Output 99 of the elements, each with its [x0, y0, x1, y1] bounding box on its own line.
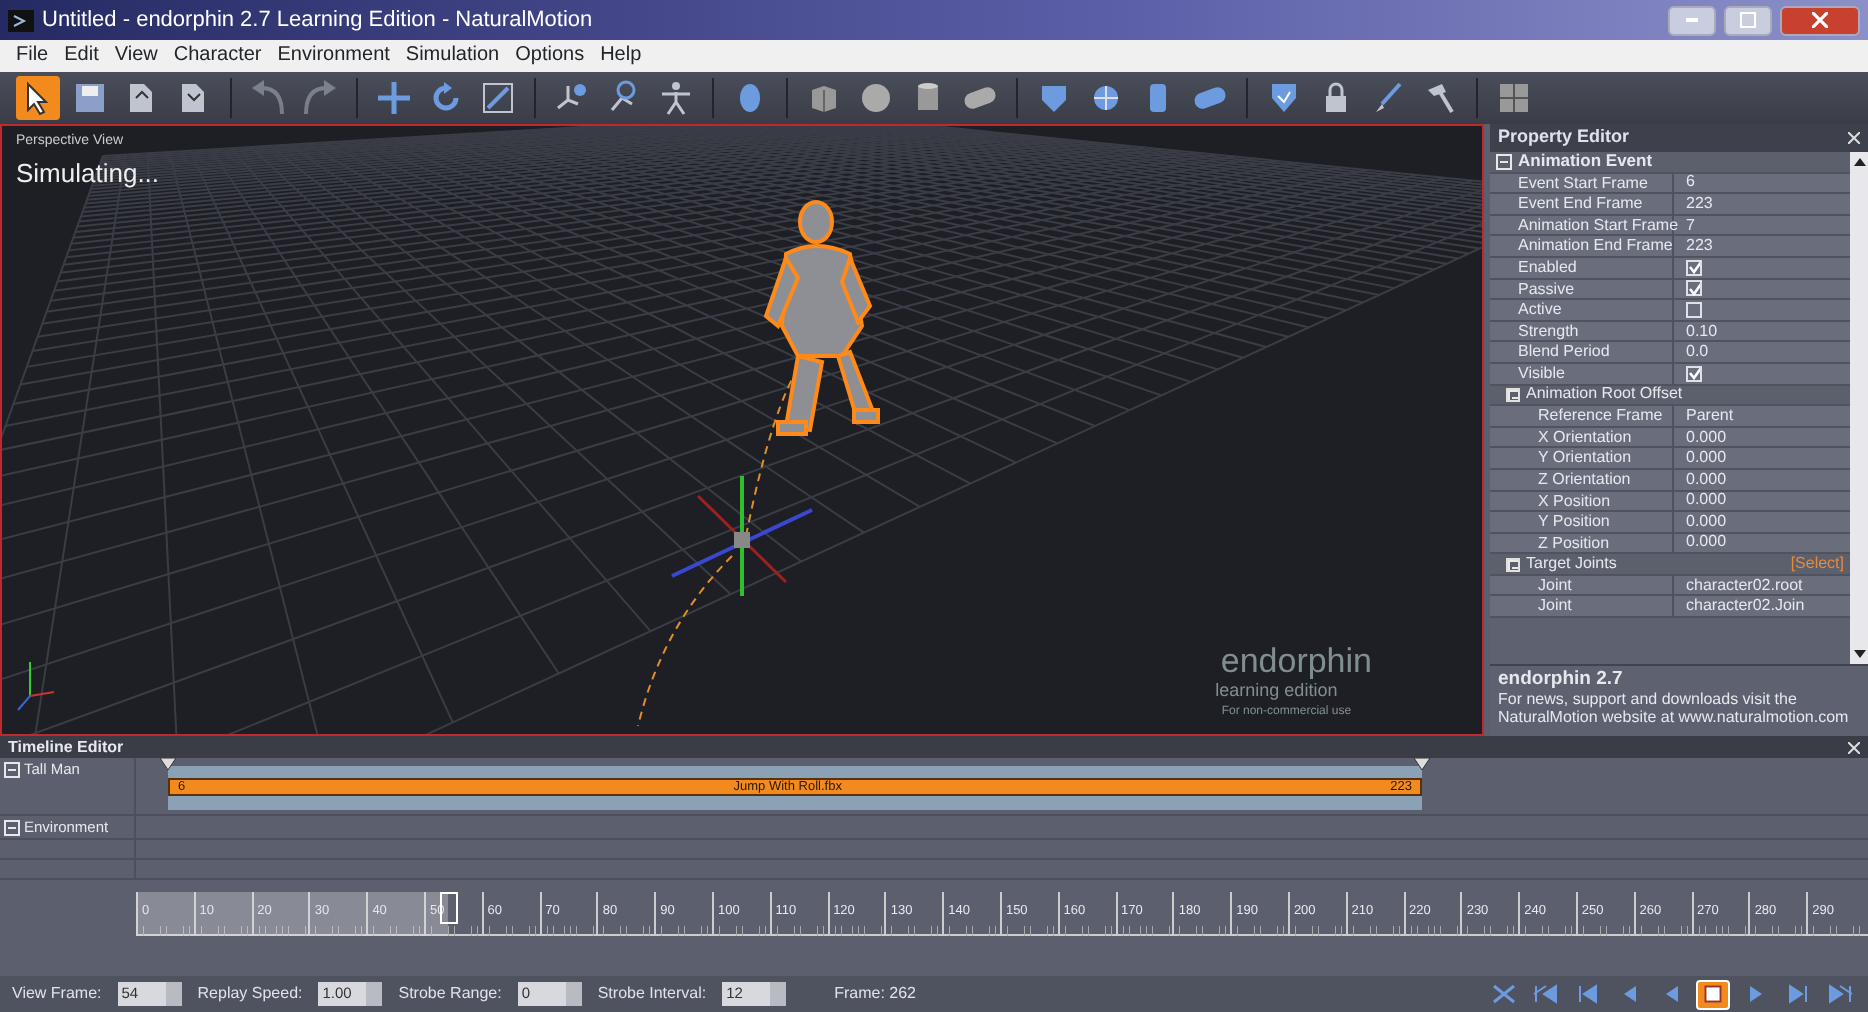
- section-title: Animation Event: [1518, 152, 1653, 175]
- menu-item[interactable]: Edit: [56, 40, 107, 72]
- property-label: Visible: [1490, 363, 1674, 384]
- select-link[interactable]: [Select]: [1790, 552, 1850, 577]
- property-label: X Orientation: [1490, 427, 1674, 447]
- property-label: Strength: [1490, 321, 1674, 341]
- collapse-icon[interactable]: [4, 762, 20, 778]
- minimize-icon: [1686, 18, 1698, 22]
- close-button[interactable]: [1780, 5, 1860, 35]
- sphere-icon: [858, 80, 894, 116]
- scroll-up-icon[interactable]: [1853, 158, 1865, 166]
- property-label: Z Orientation: [1490, 469, 1674, 489]
- property-value[interactable]: 0.000: [1674, 448, 1727, 469]
- field-label: View Frame:: [12, 982, 102, 1006]
- collapse-icon[interactable]: [1506, 387, 1520, 402]
- property-value[interactable]: 0.000: [1674, 427, 1727, 448]
- property-value[interactable]: 223: [1674, 193, 1713, 214]
- property-value[interactable]: character02.Join: [1674, 596, 1805, 617]
- tool-button[interactable]: [16, 76, 60, 120]
- property-label: Animation End Frame: [1490, 236, 1674, 256]
- shield-icon: [1266, 80, 1302, 116]
- menu-item[interactable]: Options: [507, 40, 593, 72]
- checkbox[interactable]: [1686, 280, 1702, 297]
- panel-title: Timeline Editor: [8, 735, 124, 759]
- checkbox[interactable]: [1686, 365, 1702, 382]
- axis-icon: [17, 661, 55, 711]
- maximize-button[interactable]: [1724, 5, 1772, 35]
- property-label: Event End Frame: [1490, 194, 1674, 214]
- checkbox[interactable]: [1686, 301, 1702, 318]
- field-label: Strobe Range:: [398, 982, 502, 1006]
- checkbox[interactable]: [1686, 259, 1702, 276]
- collapse-icon[interactable]: [4, 820, 20, 836]
- property-label: Y Orientation: [1490, 448, 1674, 468]
- property-value[interactable]: 0.0: [1674, 342, 1709, 363]
- status-text: Simulating...: [16, 156, 160, 192]
- menu-item[interactable]: View: [106, 40, 166, 72]
- move-icon: [376, 80, 412, 116]
- scroll-down-icon[interactable]: [1853, 650, 1865, 658]
- property-label: Animation Start Frame: [1490, 215, 1674, 235]
- property-value[interactable]: character02.root: [1674, 575, 1803, 596]
- property-label: Blend Period: [1490, 342, 1674, 362]
- field-label: Strobe Interval:: [597, 982, 707, 1006]
- property-label: Joint: [1490, 575, 1674, 595]
- property-label: Joint: [1490, 596, 1674, 617]
- property-value[interactable]: Parent: [1674, 405, 1734, 426]
- field-label: Replay Speed:: [197, 982, 303, 1006]
- close-icon: [1812, 12, 1828, 28]
- property-label: Active: [1490, 300, 1674, 320]
- rotate-icon: [428, 80, 464, 116]
- maximize-icon: [1740, 12, 1756, 28]
- window-title: Untitled - endorphin 2.7 Learning Edition - NaturalMotion: [42, 5, 593, 36]
- info-title: endorphin 2.7: [1498, 670, 1625, 689]
- skip-end-icon: [1823, 980, 1855, 1008]
- scrollbar[interactable]: [1850, 152, 1868, 664]
- save-icon: [72, 80, 108, 116]
- panel-title: Property Editor: [1498, 124, 1630, 151]
- axis-gizmo-drawing: [671, 476, 813, 596]
- transport-button[interactable]: [1696, 979, 1730, 1009]
- logo-text: endorphin: [1220, 645, 1372, 677]
- property-value[interactable]: 0.000: [1674, 469, 1727, 490]
- property-label: Passive: [1490, 279, 1674, 299]
- group-label: Animation Root Offset: [1526, 382, 1683, 407]
- minimize-button[interactable]: [1668, 5, 1716, 35]
- property-label: Reference Frame: [1490, 406, 1674, 426]
- grid-icon: [1496, 80, 1532, 116]
- property-value[interactable]: 0.10: [1674, 321, 1718, 342]
- menu-item[interactable]: Simulation: [397, 40, 508, 72]
- menu-item[interactable]: Environment: [269, 40, 398, 72]
- redo-icon: [302, 80, 338, 116]
- property-value[interactable]: 6: [1674, 172, 1695, 193]
- property-label: Y Position: [1490, 512, 1674, 532]
- cube-icon: [806, 80, 842, 116]
- menu-item[interactable]: Help: [592, 40, 650, 72]
- close-icon[interactable]: [1848, 132, 1860, 144]
- figure-icon: [658, 80, 694, 116]
- property-value[interactable]: 0.000: [1674, 490, 1727, 511]
- property-value[interactable]: 223: [1674, 236, 1713, 257]
- property-value[interactable]: 0.000: [1674, 511, 1727, 532]
- skip-start-icon: [1529, 980, 1561, 1008]
- property-value[interactable]: 0.000: [1674, 532, 1727, 553]
- property-label: Enabled: [1490, 257, 1674, 278]
- menu-item[interactable]: File: [8, 40, 57, 72]
- menu-item[interactable]: Character: [165, 40, 270, 72]
- close-icon[interactable]: [1848, 741, 1860, 753]
- info-text: For news, support and downloads visit the NaturalMotion website at www.naturalmotion.com: [1498, 689, 1849, 726]
- frame-readout: Frame: 262: [834, 982, 916, 1006]
- brush-icon: [1370, 80, 1406, 116]
- shield-icon: [1036, 80, 1072, 116]
- undo-icon: [250, 80, 286, 116]
- group-label: Target Joints: [1526, 552, 1617, 577]
- globe-icon: [1088, 80, 1124, 116]
- scale-icon: [480, 80, 516, 116]
- edition-text: learning edition: [1213, 679, 1340, 704]
- app-icon: [8, 9, 34, 31]
- property-label: Event Start Frame: [1490, 173, 1674, 193]
- property-label: Z Position: [1490, 533, 1674, 553]
- collapse-icon[interactable]: [1496, 153, 1512, 170]
- property-label: X Position: [1490, 491, 1674, 511]
- collapse-icon[interactable]: [1506, 557, 1520, 572]
